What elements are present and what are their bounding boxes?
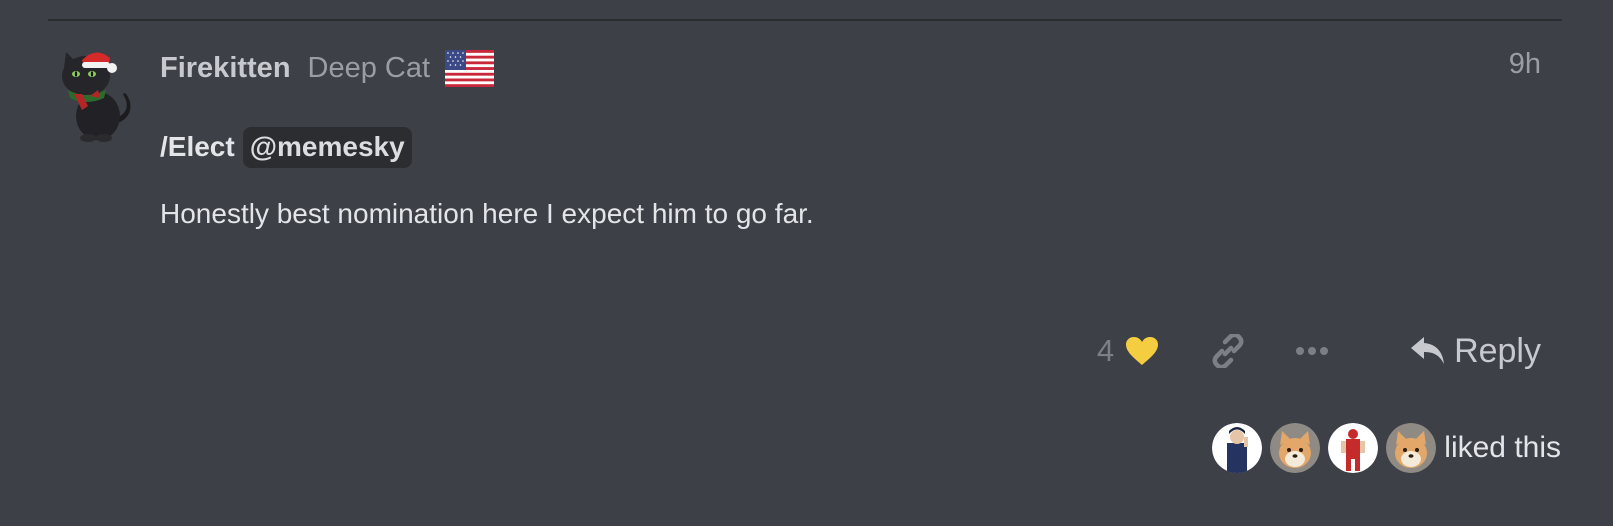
reply-arrow-icon [1411, 337, 1445, 364]
like-button[interactable] [1124, 335, 1160, 367]
like-count[interactable]: 4 [1097, 333, 1114, 369]
post-command-line: /Elect @memesky [160, 126, 814, 168]
forum-post: Firekitten Deep Cat 9h /Elect @memesky H… [0, 0, 1613, 526]
more-actions-button[interactable] [1294, 341, 1330, 361]
poster-avatar[interactable] [52, 46, 134, 142]
username[interactable]: Firekitten [160, 52, 291, 85]
liked-by-row: liked this [1212, 423, 1561, 473]
post-date[interactable]: 9h [1509, 48, 1541, 81]
liker-avatar[interactable] [1212, 423, 1263, 473]
liker-avatar[interactable] [1270, 423, 1321, 473]
post-text: Honestly best nomination here I expect h… [160, 198, 814, 229]
heart-icon [1126, 337, 1159, 365]
link-icon [1212, 334, 1244, 368]
user-title: Deep Cat [307, 51, 431, 84]
liker-avatar[interactable] [1386, 423, 1437, 473]
post-body: /Elect @memesky Honestly best nomination… [160, 126, 814, 232]
liked-this-label[interactable]: liked this [1444, 431, 1561, 465]
ellipsis-icon [1296, 347, 1329, 355]
post-divider [48, 19, 1562, 21]
us-flag-icon [445, 49, 495, 87]
post-actions: 4 Reply [1097, 328, 1541, 374]
share-link-button[interactable] [1210, 333, 1246, 369]
user-mention[interactable]: @memesky [242, 126, 412, 168]
command-text: /Elect [160, 131, 235, 162]
reply-button[interactable]: Reply [1410, 332, 1541, 371]
liker-avatar[interactable] [1328, 423, 1379, 473]
poster-info: Firekitten Deep Cat [160, 44, 495, 92]
reply-label: Reply [1454, 331, 1541, 370]
